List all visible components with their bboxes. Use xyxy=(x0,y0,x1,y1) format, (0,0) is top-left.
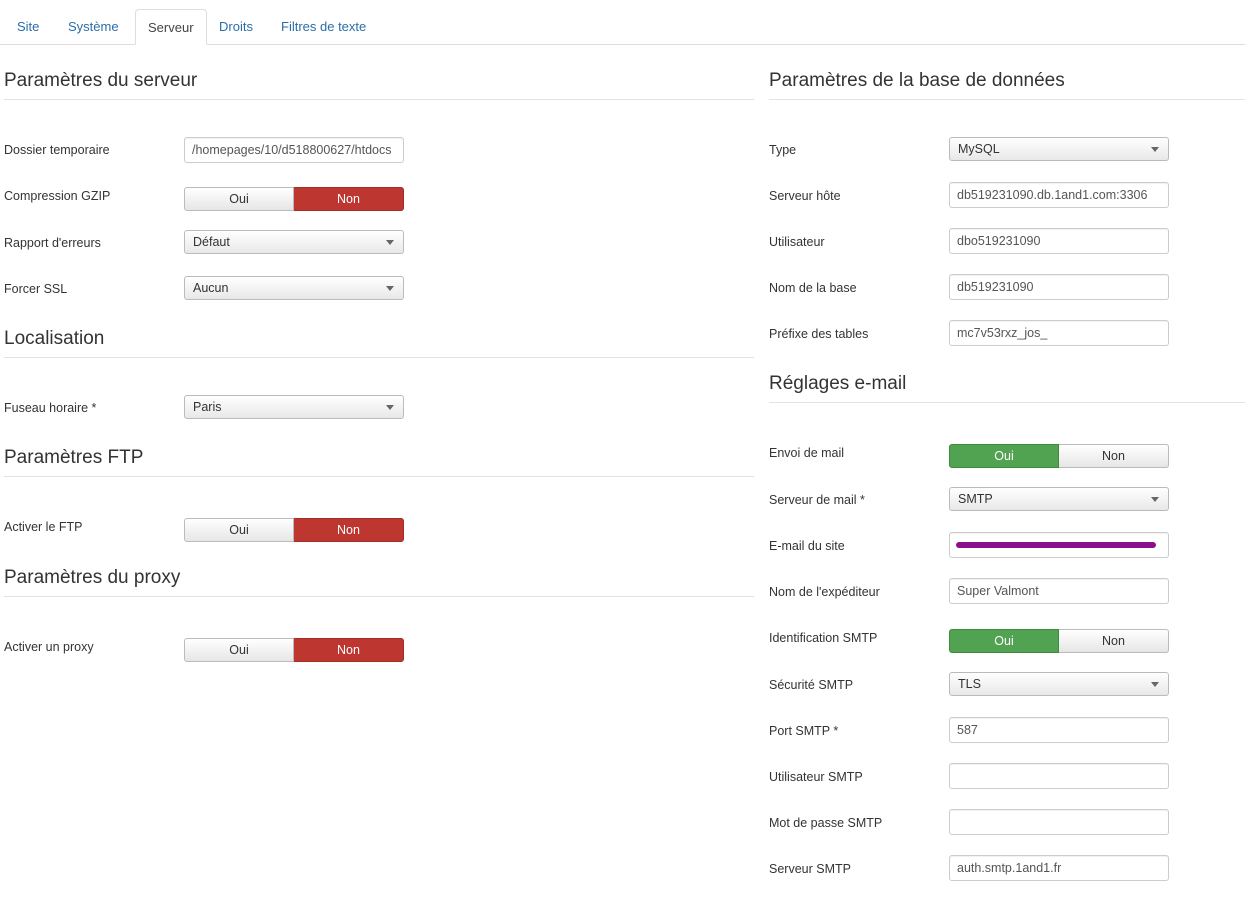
chevron-down-icon xyxy=(386,405,394,410)
db-prefix-input[interactable]: mc7v53rxz_jos_ xyxy=(949,320,1169,346)
proxy-section-title: Paramètres du proxy xyxy=(4,567,181,588)
mail-send-no-button[interactable]: Non xyxy=(1059,444,1169,468)
divider xyxy=(4,357,754,358)
smtp-auth-no-button[interactable]: Non xyxy=(1059,629,1169,653)
from-name-input[interactable]: Super Valmont xyxy=(949,578,1169,604)
force-ssl-value: Aucun xyxy=(193,281,229,295)
ftp-no-button[interactable]: Non xyxy=(294,518,404,542)
smtp-port-input[interactable]: 587 xyxy=(949,717,1169,743)
tab-bar: Site Système Serveur Droits Filtres de t… xyxy=(0,9,1245,45)
timezone-label: Fuseau horaire * xyxy=(4,401,97,415)
tab-filtres-texte[interactable]: Filtres de texte xyxy=(269,9,378,45)
smtp-security-select[interactable]: TLS xyxy=(949,672,1169,696)
smtp-user-input[interactable] xyxy=(949,763,1169,789)
smtp-user-label: Utilisateur SMTP xyxy=(769,770,863,784)
db-host-input[interactable]: db519231090.db.1and1.com:3306 xyxy=(949,182,1169,208)
smtp-auth-yes-button[interactable]: Oui xyxy=(949,629,1059,653)
error-report-label: Rapport d'erreurs xyxy=(4,236,101,250)
ftp-section-title: Paramètres FTP xyxy=(4,447,144,468)
chevron-down-icon xyxy=(386,240,394,245)
db-name-label: Nom de la base xyxy=(769,281,857,295)
db-section-title: Paramètres de la base de données xyxy=(769,70,1065,91)
tab-systeme[interactable]: Système xyxy=(56,9,131,45)
divider xyxy=(4,99,754,100)
mailer-label: Serveur de mail * xyxy=(769,493,865,507)
db-type-label: Type xyxy=(769,143,797,157)
timezone-value: Paris xyxy=(193,400,222,414)
divider xyxy=(4,476,754,477)
tab-droits[interactable]: Droits xyxy=(207,9,265,45)
tmp-path-input[interactable]: /homepages/10/d518800627/htdocs xyxy=(184,137,404,163)
tab-serveur[interactable]: Serveur xyxy=(135,9,207,45)
smtp-password-input[interactable] xyxy=(949,809,1169,835)
timezone-select[interactable]: Paris xyxy=(184,395,404,419)
smtp-host-label: Serveur SMTP xyxy=(769,862,851,876)
smtp-security-value: TLS xyxy=(958,677,981,691)
smtp-password-label: Mot de passe SMTP xyxy=(769,816,883,830)
force-ssl-select[interactable]: Aucun xyxy=(184,276,404,300)
ftp-yes-button[interactable]: Oui xyxy=(184,518,294,542)
mailer-select[interactable]: SMTP xyxy=(949,487,1169,511)
ftp-toggle: Oui Non xyxy=(184,518,404,542)
chevron-down-icon xyxy=(1151,497,1159,502)
db-type-select[interactable]: MySQL xyxy=(949,137,1169,161)
mailer-value: SMTP xyxy=(958,492,993,506)
site-email-input[interactable] xyxy=(949,532,1169,558)
mail-section-title: Réglages e-mail xyxy=(769,373,907,394)
ftp-enable-label: Activer le FTP xyxy=(4,520,83,534)
server-section-title: Paramètres du serveur xyxy=(4,70,198,91)
error-report-select[interactable]: Défaut xyxy=(184,230,404,254)
divider xyxy=(769,99,1245,100)
gzip-no-button[interactable]: Non xyxy=(294,187,404,211)
db-prefix-label: Préfixe des tables xyxy=(769,327,869,341)
proxy-enable-label: Activer un proxy xyxy=(4,640,94,654)
mail-send-toggle: Oui Non xyxy=(949,444,1169,468)
db-type-value: MySQL xyxy=(958,142,1000,156)
db-name-input[interactable]: db519231090 xyxy=(949,274,1169,300)
chevron-down-icon xyxy=(1151,147,1159,152)
chevron-down-icon xyxy=(386,286,394,291)
error-report-value: Défaut xyxy=(193,235,230,249)
gzip-label: Compression GZIP xyxy=(4,189,111,203)
mail-send-label: Envoi de mail xyxy=(769,446,845,460)
db-host-label: Serveur hôte xyxy=(769,189,841,203)
divider xyxy=(769,402,1245,403)
mail-send-yes-button[interactable]: Oui xyxy=(949,444,1059,468)
smtp-security-label: Sécurité SMTP xyxy=(769,678,854,692)
proxy-toggle: Oui Non xyxy=(184,638,404,662)
site-email-label: E-mail du site xyxy=(769,539,845,553)
force-ssl-label: Forcer SSL xyxy=(4,282,68,296)
smtp-host-input[interactable]: auth.smtp.1and1.fr xyxy=(949,855,1169,881)
proxy-no-button[interactable]: Non xyxy=(294,638,404,662)
smtp-port-label: Port SMTP * xyxy=(769,724,839,738)
chevron-down-icon xyxy=(1151,682,1159,687)
smtp-auth-label: Identification SMTP xyxy=(769,631,878,645)
smtp-auth-toggle: Oui Non xyxy=(949,629,1169,653)
gzip-toggle: Oui Non xyxy=(184,187,404,211)
locale-section-title: Localisation xyxy=(4,328,105,349)
redaction-scribble xyxy=(956,542,1156,548)
proxy-yes-button[interactable]: Oui xyxy=(184,638,294,662)
divider xyxy=(4,596,754,597)
tab-site[interactable]: Site xyxy=(5,9,51,45)
from-name-label: Nom de l'expéditeur xyxy=(769,585,880,599)
tmp-path-label: Dossier temporaire xyxy=(4,143,110,157)
gzip-yes-button[interactable]: Oui xyxy=(184,187,294,211)
db-user-input[interactable]: dbo519231090 xyxy=(949,228,1169,254)
db-user-label: Utilisateur xyxy=(769,235,825,249)
